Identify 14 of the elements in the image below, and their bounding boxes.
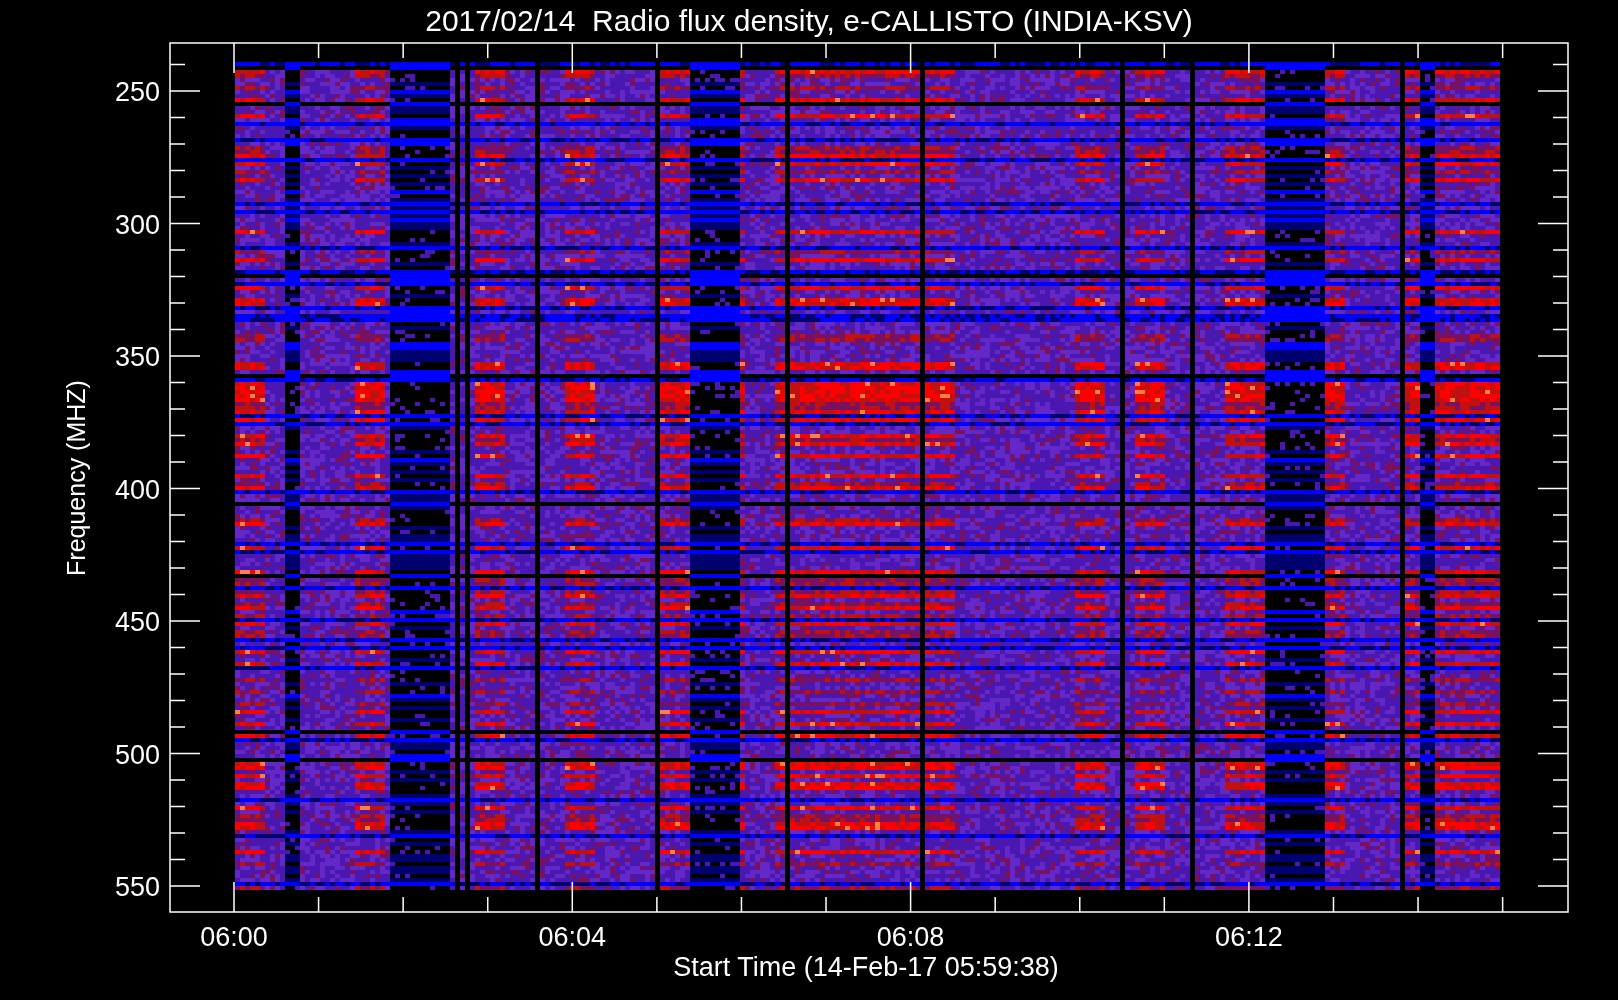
y-tick-label: 300 [114, 209, 160, 240]
x-tick-label: 06:08 [876, 922, 945, 952]
x-tick-label: 06:12 [1215, 922, 1283, 952]
x-axis-label: Start Time (14-Feb-17 05:59:38) [673, 952, 1059, 982]
y-tick-label: 550 [114, 872, 160, 902]
x-tick-label: 06:00 [200, 922, 268, 952]
x-tick-label: 06:04 [538, 922, 607, 952]
y-tick-label: 400 [114, 474, 160, 505]
y-axis-label: Frequency (MHZ) [62, 380, 90, 576]
y-tick-label: 350 [114, 342, 160, 372]
y-tick-label: 250 [114, 77, 160, 107]
y-tick-label: 500 [114, 739, 160, 770]
plot-title: 2017/02/14 Radio flux density, e-CALLISTO (INDIA-KSV) [425, 4, 1193, 37]
y-tick-label: 450 [114, 607, 160, 637]
